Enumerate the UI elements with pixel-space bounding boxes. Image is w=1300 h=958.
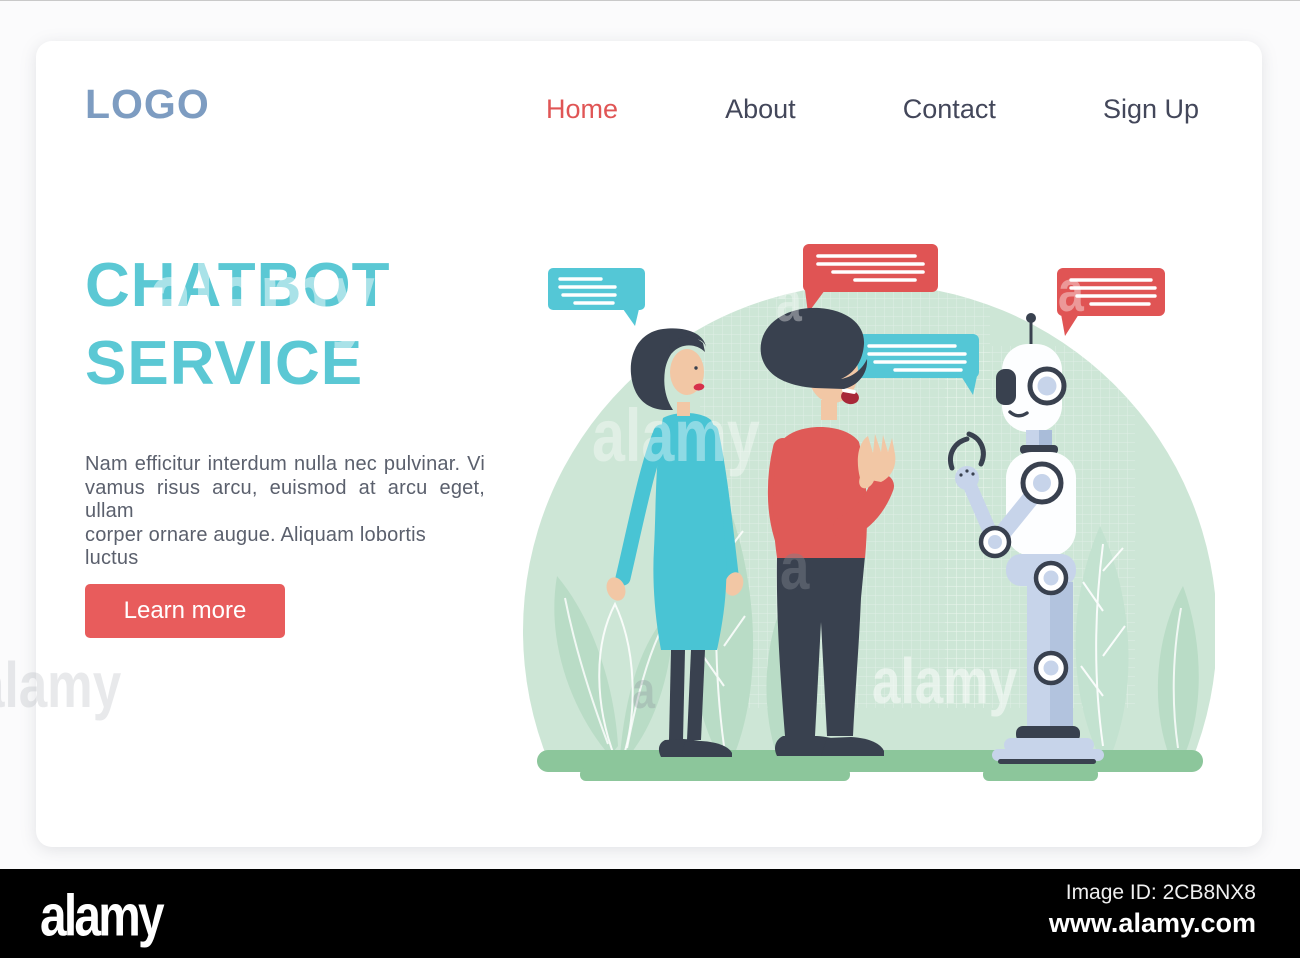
speech-bubble-teal-1 <box>548 268 645 326</box>
landing-page-card: LOGO Home About Contact Sign Up CHATBOT … <box>36 41 1262 847</box>
nav-item-signup[interactable]: Sign Up <box>1103 94 1199 125</box>
hero-paragraph-line: Nam efficitur interdum nulla nec pulvina… <box>85 453 485 475</box>
page-title-line2: SERVICE <box>85 329 364 398</box>
chatbot-illustration <box>523 244 1215 781</box>
screen: LOGO Home About Contact Sign Up CHATBOT … <box>0 0 1300 958</box>
page-title-line1: CHATBOT <box>85 251 391 320</box>
nav-item-home[interactable]: Home <box>546 94 618 125</box>
learn-more-button[interactable]: Learn more <box>85 584 285 638</box>
page-title: CHATBOT SERVICE <box>85 247 390 403</box>
alamy-logo: alamy <box>40 884 165 950</box>
hero-paragraph-line: corper ornare augue. Aliquam lobortis lu… <box>85 523 426 570</box>
speech-bubble-red-2 <box>1057 268 1165 336</box>
site-logo: LOGO <box>85 81 210 127</box>
hero-paragraph-line: vamus risus arcu, euismod at arcu eget, … <box>85 476 485 523</box>
hero-paragraph: Nam efficitur interdum nulla nec pulvina… <box>85 453 485 571</box>
nav-item-contact[interactable]: Contact <box>903 94 996 125</box>
alamy-url-text: www.alamy.com <box>1048 908 1256 938</box>
image-id-text: Image ID: 2CB8NX8 <box>1065 881 1256 904</box>
main-nav: Home About Contact Sign Up <box>546 94 1199 125</box>
alamy-info: Image ID: 2CB8NX8 www.alamy.com <box>1049 881 1256 939</box>
nav-item-about[interactable]: About <box>725 94 796 125</box>
alamy-watermark-bar: alamy Image ID: 2CB8NX8 www.alamy.com <box>0 869 1300 958</box>
